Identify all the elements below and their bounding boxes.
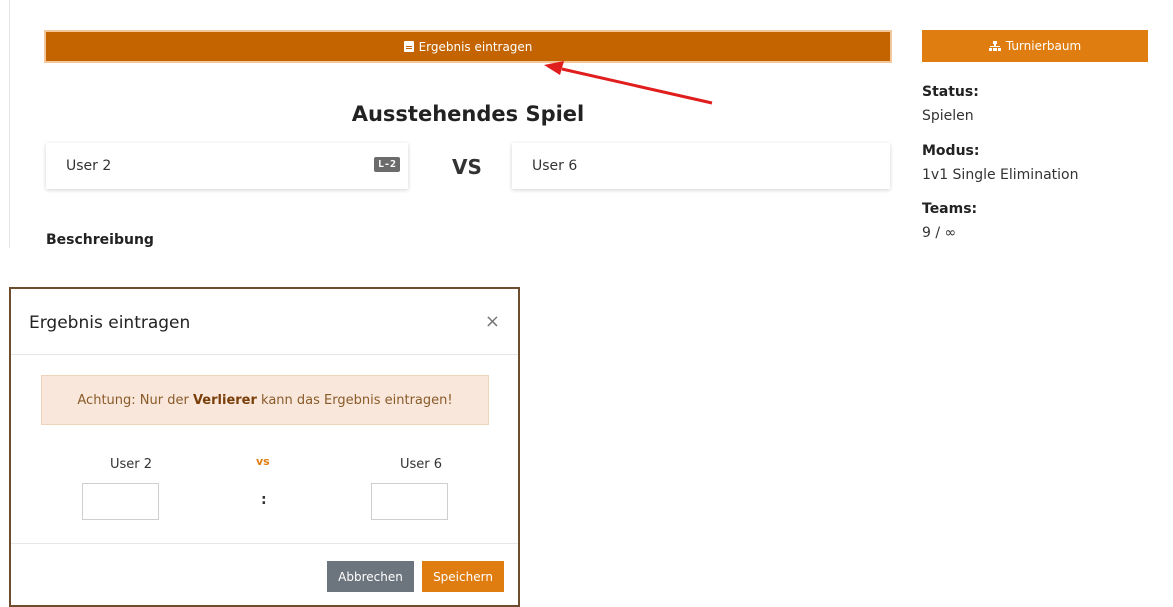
team-left-label: User 2 <box>109 457 153 472</box>
warning-alert: Achtung: Nur der Verlierer kann das Erge… <box>41 375 489 425</box>
sitemap-icon <box>988 40 1001 52</box>
player-card-right: User 6 <box>512 143 890 189</box>
score-input-left[interactable] <box>82 483 159 520</box>
mode-label: Modus: <box>922 143 980 159</box>
player-name: User 2 <box>66 158 112 174</box>
versus-label: VS <box>452 155 482 179</box>
cancel-button[interactable]: Abbrechen <box>327 561 414 592</box>
modal-header: Ergebnis eintragen × <box>11 289 518 355</box>
tournament-tree-button[interactable]: Turnierbaum <box>922 30 1148 62</box>
score-separator: : <box>261 492 267 508</box>
player-card-left: User 2 L-2 <box>46 143 408 189</box>
modal-title: Ergebnis eintragen <box>29 313 191 333</box>
status-label: Status: <box>922 84 979 100</box>
alert-text-prefix: Achtung: Nur der <box>77 392 193 408</box>
team-right-label: User 6 <box>399 457 443 472</box>
enter-result-label: Ergebnis eintragen <box>418 39 533 54</box>
tournament-tree-label: Turnierbaum <box>1005 39 1082 53</box>
alert-text-bold: Verlierer <box>192 392 257 408</box>
document-icon <box>403 41 414 52</box>
modal-footer-divider <box>11 543 518 544</box>
pending-match-heading: Ausstehendes Spiel <box>351 102 585 126</box>
mode-value: 1v1 Single Elimination <box>922 167 1079 183</box>
player-name: User 6 <box>532 158 578 174</box>
teams-value: 9 / ∞ <box>922 225 957 241</box>
score-input-right[interactable] <box>371 483 448 520</box>
close-icon[interactable]: × <box>485 313 500 331</box>
save-button[interactable]: Speichern <box>422 561 504 592</box>
enter-result-modal: Ergebnis eintragen × Achtung: Nur der Ve… <box>9 287 520 607</box>
content-left-border <box>9 0 10 248</box>
status-value: Spielen <box>922 108 974 124</box>
teams-label: Teams: <box>922 201 978 217</box>
description-heading: Beschreibung <box>46 232 154 248</box>
alert-text-suffix: kann das Ergebnis eintragen! <box>256 392 453 408</box>
modal-versus-label: vs <box>256 455 270 468</box>
enter-result-button[interactable]: Ergebnis eintragen <box>44 30 892 63</box>
loser-bracket-badge: L-2 <box>373 157 400 172</box>
